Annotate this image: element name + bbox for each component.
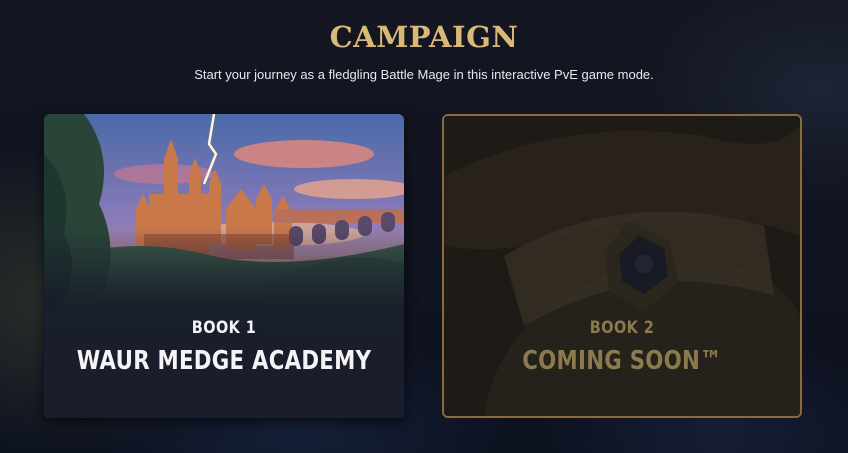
page-subtitle: Start your journey as a fledgling Battle… [194,67,654,82]
book-label: BOOK 1 [191,318,257,338]
book-title: WAUR MEDGE ACADEMY [76,346,372,376]
book-2-card: BOOK 2 COMING SOON™ [442,114,802,418]
book-1-card[interactable]: BOOK 1 WAUR MEDGE ACADEMY [44,114,404,418]
page-title: CAMPAIGN [329,20,519,54]
book-title: COMING SOON™ [522,346,722,376]
book-label: BOOK 2 [589,318,655,338]
